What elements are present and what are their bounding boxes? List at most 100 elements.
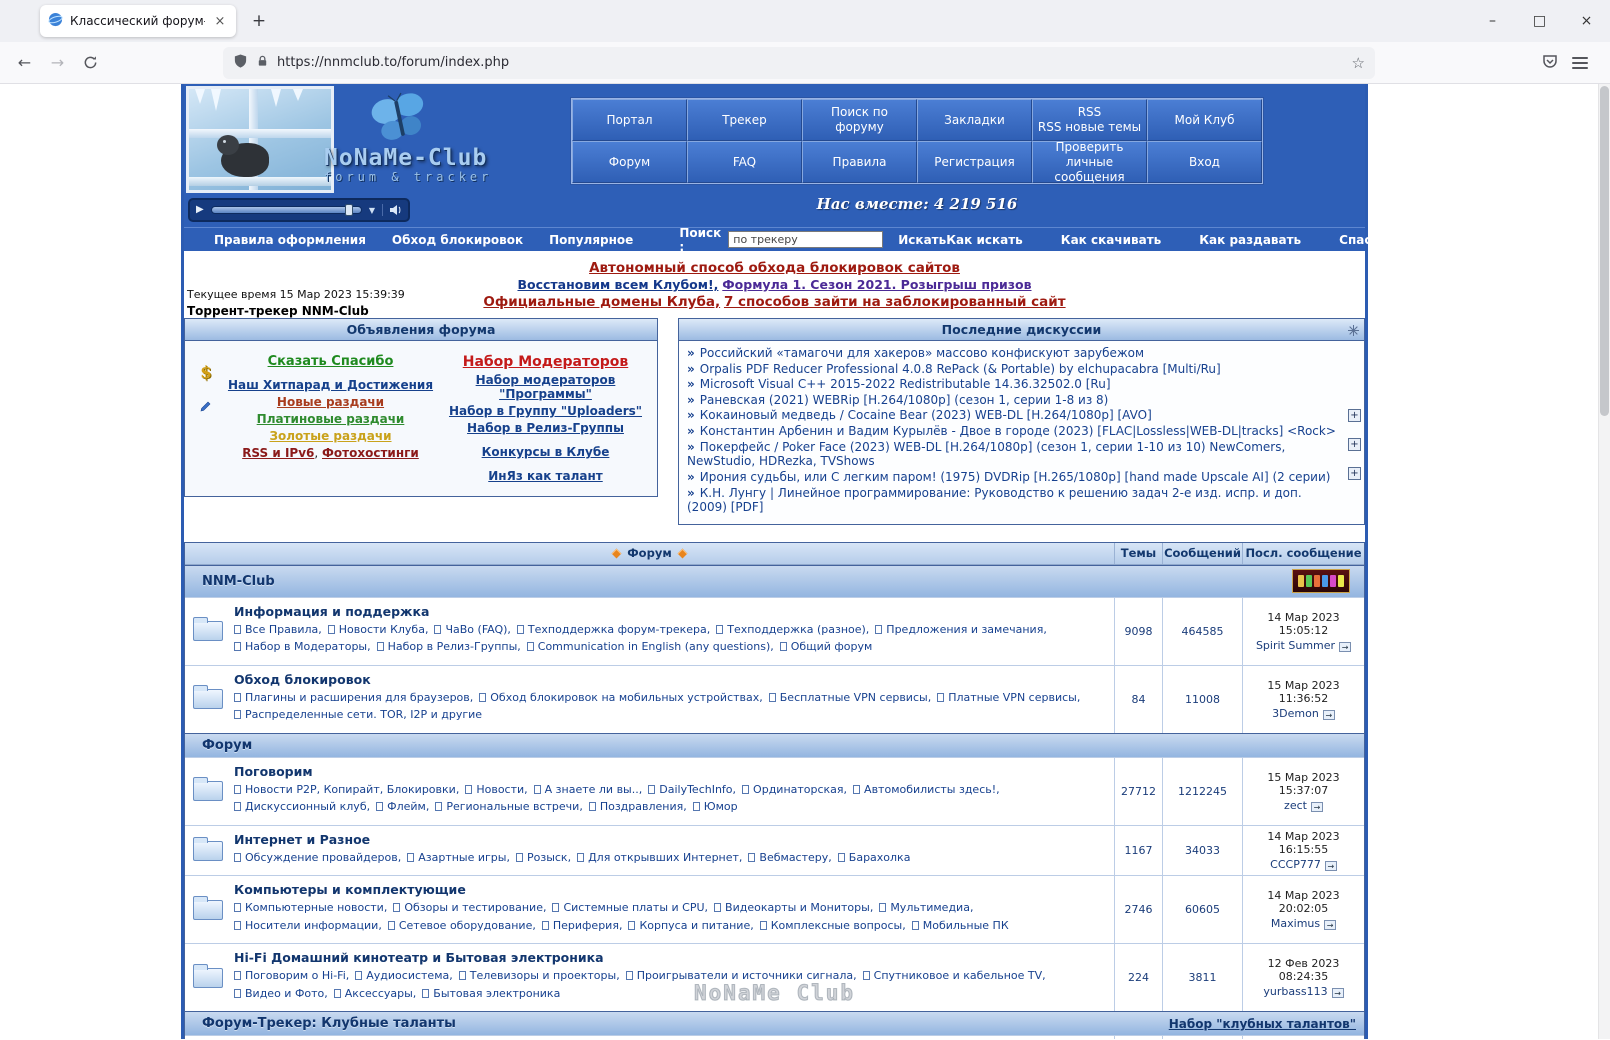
window-minimize-button[interactable]: – (1469, 0, 1516, 42)
announcement-link[interactable]: Набор в Релиз-Группы (467, 421, 624, 435)
diamond-icon[interactable] (611, 548, 622, 559)
pocket-save-icon[interactable] (1542, 53, 1558, 72)
subforum-link[interactable]: Корпуса и питание (639, 919, 750, 932)
goto-last-post-icon[interactable]: → (1324, 920, 1337, 931)
banner-link-blocking[interactable]: Автономный способ обхода блокировок сайт… (589, 260, 960, 276)
menu-item[interactable]: Мой Клуб (1147, 99, 1262, 141)
expand-button[interactable]: + (1348, 408, 1361, 422)
subforum-link[interactable]: Аксессуары (345, 987, 413, 1000)
forum-title-link[interactable]: Интернет и Разное (234, 832, 370, 847)
forward-button[interactable]: → (41, 48, 74, 78)
subforum-link[interactable]: Телевизоры и проекторы (470, 969, 616, 982)
scrollbar-thumb[interactable] (1600, 86, 1609, 416)
goto-last-post-icon[interactable]: → (1322, 709, 1335, 720)
navbar-link[interactable]: Как искать (946, 233, 1023, 247)
subforum-link[interactable]: Флейм (387, 800, 426, 813)
window-close-button[interactable]: × (1563, 0, 1610, 42)
navbar-link[interactable]: Популярное (549, 233, 633, 247)
announcement-link[interactable]: Набор Модераторов (463, 354, 629, 370)
discussion-link[interactable]: Кокаиновый медведь / Cocaine Bear (2023)… (700, 408, 1152, 422)
subforum-link[interactable]: Периферия (553, 919, 619, 932)
subforum-link[interactable]: Мультимедиа (890, 901, 970, 914)
subforum-link[interactable]: Для открывших Интернет (588, 851, 739, 864)
subforum-link[interactable]: Все Правила (245, 623, 318, 636)
subforum-link[interactable]: Азартные игры (418, 851, 506, 864)
browser-tab[interactable]: Классический форум-трекер × (40, 5, 236, 37)
subforum-link[interactable]: Бытовая электроника (433, 987, 560, 1000)
menu-item[interactable]: Проверить личные сообщения (1032, 140, 1147, 184)
last-post-user-link[interactable]: yurbass113 (1263, 985, 1327, 998)
seek-slider[interactable] (210, 204, 362, 216)
subforum-link[interactable]: Обход блокировок на мобильных устройства… (490, 691, 759, 704)
discussion-link[interactable]: Ирония судьбы, или С легким паром! (1975… (700, 470, 1331, 484)
new-tab-button[interactable]: + (244, 6, 274, 36)
banner-link-7ways[interactable]: 7 способов зайти на заблокированный сайт (724, 294, 1066, 310)
navbar-link[interactable]: Спасибо! (1339, 233, 1402, 247)
subforum-link[interactable]: Техподдержка (разное) (727, 623, 866, 636)
subforum-link[interactable]: Communication in English (any questions) (538, 640, 771, 653)
forum-title-link[interactable]: Информация и поддержка (234, 604, 429, 619)
subforum-link[interactable]: Видеокарты и Мониторы (725, 901, 870, 914)
menu-item[interactable]: Трекер (687, 99, 802, 141)
subforum-link[interactable]: Дискуссионный клуб (245, 800, 367, 813)
search-input[interactable] (728, 231, 884, 248)
goto-last-post-icon[interactable]: → (1331, 988, 1344, 999)
forum-title-link[interactable]: Компьютеры и комплектующие (234, 882, 466, 897)
subforum-link[interactable]: DailyTechInfo (659, 783, 732, 796)
back-button[interactable]: ← (8, 48, 41, 78)
goto-last-post-icon[interactable]: → (1339, 641, 1352, 652)
forum-section-link[interactable]: Форум (202, 738, 252, 753)
subforum-link[interactable]: А знаете ли вы.. (545, 783, 639, 796)
announcement-link[interactable]: Сказать Спасибо (268, 354, 394, 369)
subforum-link[interactable]: Вебмастеру (759, 851, 828, 864)
last-post-user-link[interactable]: Spirit Summer (1256, 639, 1335, 652)
subforum-link[interactable]: Комплексные вопросы (771, 919, 903, 932)
announcement-link[interactable]: Фотохостинги (322, 446, 419, 460)
subforum-link[interactable]: Компьютерные новости (245, 901, 384, 914)
subforum-link[interactable]: Новости (476, 783, 524, 796)
expand-button[interactable]: + (1348, 466, 1361, 480)
search-button[interactable]: Искать (898, 233, 946, 247)
subforum-link[interactable]: Поговорим о Hi-Fi (245, 969, 346, 982)
announcement-link[interactable]: Наш Хитпарад и Достижения (228, 378, 433, 392)
last-post-user-link[interactable]: Maximus (1271, 917, 1320, 930)
bookmark-star-icon[interactable]: ☆ (1352, 54, 1365, 72)
discussion-link[interactable]: Российский «тамагочи для хакеров» массов… (700, 346, 1144, 360)
expand-button[interactable]: + (1348, 437, 1361, 451)
volume-icon[interactable] (382, 204, 402, 216)
navbar-link[interactable]: Как раздавать (1199, 233, 1301, 247)
url-bar[interactable]: https://nnmclub.to/forum/index.php ☆ (223, 46, 1375, 79)
subforum-link[interactable]: ЧаВо (FAQ) (445, 623, 507, 636)
discussion-link[interactable]: Раневская (2021) WEBRip [H.264/1080p] (с… (700, 393, 1109, 407)
subforum-link[interactable]: Сетевое оборудование (399, 919, 533, 932)
subforum-link[interactable]: Набор в Релиз-Группы (388, 640, 518, 653)
announcement-link[interactable]: Набор в Группу "Uploaders" (449, 404, 642, 418)
subforum-link[interactable]: Носители информации (245, 919, 378, 932)
tab-close-icon[interactable]: × (212, 14, 228, 29)
goto-last-post-icon[interactable]: → (1310, 801, 1323, 812)
forum-title-link[interactable]: Hi-Fi Домашний кинотеатр и Бытовая элект… (234, 950, 604, 965)
discussion-link[interactable]: Microsoft Visual C++ 2015-2022 Redistrib… (700, 377, 1111, 391)
subforum-link[interactable]: Региональные встречи (446, 800, 579, 813)
logo-image[interactable] (186, 86, 334, 193)
menu-item[interactable]: Форум (572, 141, 687, 183)
subforum-link[interactable]: Бесплатные VPN сервисы (780, 691, 928, 704)
subforum-link[interactable]: Барахолка (849, 851, 911, 864)
navbar-link[interactable]: Обход блокировок (392, 233, 523, 247)
forum-section-link[interactable]: Форум-Трекер: Клубные таланты (202, 1016, 456, 1031)
page-scrollbar[interactable] (1598, 84, 1610, 1039)
subforum-link[interactable]: Юмор (704, 800, 738, 813)
last-post-user-link[interactable]: СССР777 (1270, 858, 1321, 871)
forum-title-link[interactable]: Поговорим (234, 764, 313, 779)
navbar-link[interactable]: Как скачивать (1061, 233, 1161, 247)
menu-item[interactable]: Правила (802, 141, 917, 183)
subforum-link[interactable]: Ординаторская (753, 783, 844, 796)
subforum-link[interactable]: Новости Клуба (339, 623, 425, 636)
subforum-link[interactable]: Плагины и расширения для браузеров (245, 691, 470, 704)
audio-player[interactable]: ▶ ▼ (188, 198, 410, 222)
dropdown-arrow-icon[interactable]: ▼ (369, 206, 375, 215)
subforum-link[interactable]: Платные VPN сервисы (948, 691, 1077, 704)
menu-item[interactable]: Вход (1147, 141, 1262, 183)
menu-item[interactable]: RSS RSS новые темы (1032, 99, 1147, 141)
subforum-link[interactable]: Видео и Фото (245, 987, 324, 1000)
